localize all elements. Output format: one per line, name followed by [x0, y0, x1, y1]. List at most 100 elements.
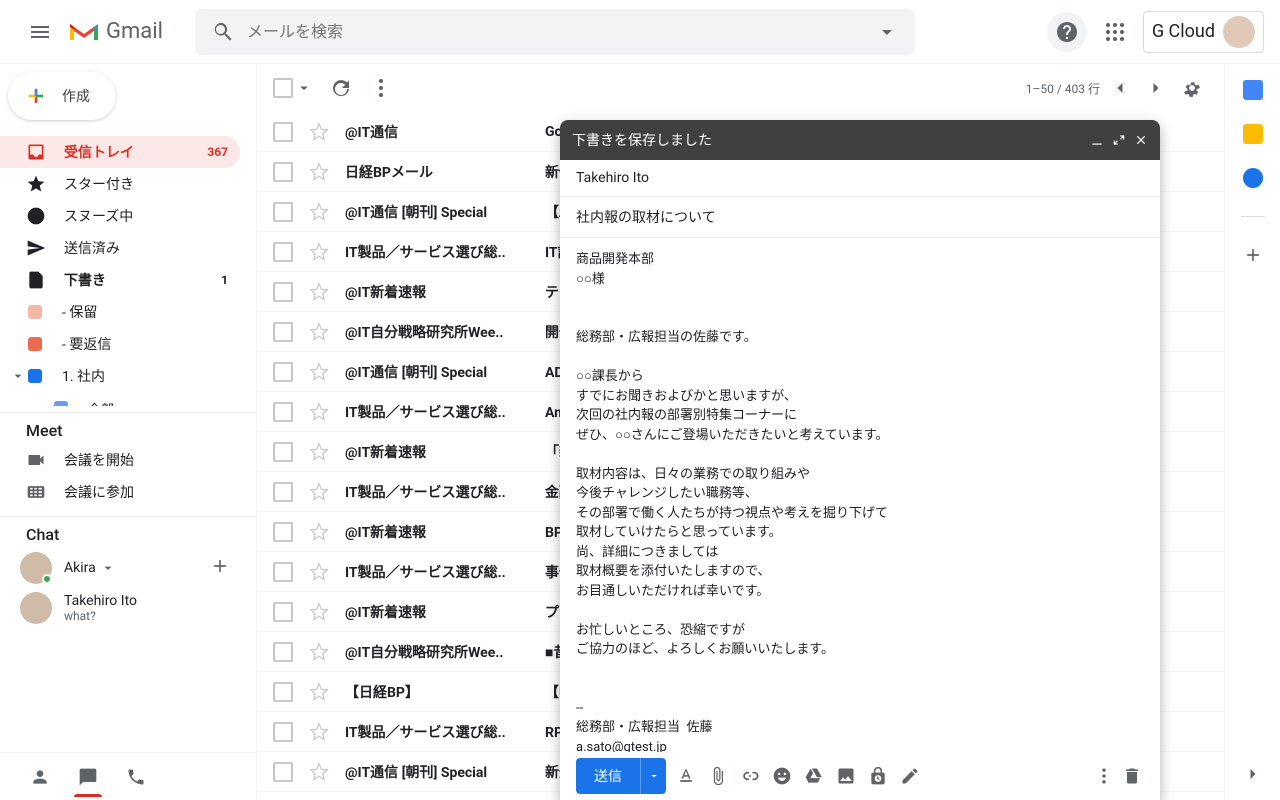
- chat-add-button[interactable]: [210, 556, 230, 580]
- star-icon[interactable]: [309, 562, 329, 582]
- sidebar-item-inbox[interactable]: 受信トレイ 367: [0, 136, 240, 168]
- email-checkbox[interactable]: [273, 762, 293, 782]
- compose-subject-field[interactable]: 社内報の取材について: [560, 197, 1160, 238]
- apps-button[interactable]: [1095, 12, 1135, 52]
- more-options-button[interactable]: [1092, 764, 1116, 788]
- tab-chat[interactable]: [68, 757, 108, 797]
- label-icon: [54, 401, 68, 406]
- email-checkbox[interactable]: [273, 322, 293, 342]
- sidebar-item-starred[interactable]: スター付き: [0, 168, 240, 200]
- drive-button[interactable]: [802, 764, 826, 788]
- email-checkbox[interactable]: [273, 242, 293, 262]
- search-options-icon[interactable]: [875, 20, 899, 44]
- discard-button[interactable]: [1120, 764, 1144, 788]
- sidebar-item-label-reply[interactable]: - 要返信: [0, 328, 240, 360]
- link-button[interactable]: [738, 764, 762, 788]
- star-icon[interactable]: [309, 402, 329, 422]
- email-checkbox[interactable]: [273, 562, 293, 582]
- select-all-checkbox[interactable]: [273, 78, 293, 98]
- email-checkbox[interactable]: [273, 602, 293, 622]
- search-input[interactable]: [247, 22, 875, 41]
- email-checkbox[interactable]: [273, 362, 293, 382]
- settings-button[interactable]: [1176, 72, 1208, 104]
- email-checkbox[interactable]: [273, 722, 293, 742]
- prev-page-button[interactable]: [1104, 72, 1136, 104]
- star-icon[interactable]: [309, 722, 329, 742]
- collapse-panel-button[interactable]: [1243, 764, 1263, 784]
- fullscreen-icon[interactable]: [1112, 133, 1126, 147]
- account-name: G Cloud: [1152, 21, 1215, 42]
- star-icon[interactable]: [309, 162, 329, 182]
- refresh-icon[interactable]: [329, 76, 353, 100]
- compose-header[interactable]: 下書きを保存しました: [560, 120, 1160, 160]
- email-sender: IT製品／サービス選び総..: [345, 722, 525, 742]
- sidebar-item-label-internal[interactable]: 1. 社内: [0, 360, 240, 392]
- signature-button[interactable]: [898, 764, 922, 788]
- chat-contact-akira[interactable]: Akira: [0, 548, 256, 588]
- email-sender: @IT通信: [345, 122, 525, 142]
- email-checkbox[interactable]: [273, 682, 293, 702]
- draft-icon: [26, 270, 46, 290]
- email-checkbox[interactable]: [273, 482, 293, 502]
- email-checkbox[interactable]: [273, 162, 293, 182]
- star-icon[interactable]: [309, 682, 329, 702]
- star-icon[interactable]: [309, 522, 329, 542]
- select-dropdown-icon[interactable]: [295, 79, 313, 97]
- compose-to-field[interactable]: Takehiro Ito: [560, 160, 1160, 197]
- star-icon[interactable]: [309, 122, 329, 142]
- send-options-button[interactable]: [640, 758, 666, 794]
- main-menu-button[interactable]: [16, 8, 64, 56]
- meet-join-button[interactable]: 会議に参加: [0, 476, 256, 508]
- tab-phone[interactable]: [116, 757, 156, 797]
- star-icon[interactable]: [309, 482, 329, 502]
- sidebar-item-label-hold[interactable]: - 保留: [0, 296, 240, 328]
- star-icon[interactable]: [309, 322, 329, 342]
- star-icon[interactable]: [309, 282, 329, 302]
- emoji-button[interactable]: [770, 764, 794, 788]
- chat-contact-takehiro[interactable]: Takehiro Ito what?: [0, 588, 256, 628]
- compose-body[interactable]: 商品開発本部 ○○様 総務部・広報担当の佐藤です。 ○○課長から すでにお聞きお…: [560, 238, 1160, 752]
- meet-start-button[interactable]: 会議を開始: [0, 444, 256, 476]
- email-checkbox[interactable]: [273, 522, 293, 542]
- tab-person[interactable]: [20, 757, 60, 797]
- close-icon[interactable]: [1134, 133, 1148, 147]
- star-icon[interactable]: [309, 362, 329, 382]
- sidebar-item-snoozed[interactable]: スヌーズ中: [0, 200, 240, 232]
- attach-button[interactable]: [706, 764, 730, 788]
- minimize-icon[interactable]: [1090, 133, 1104, 147]
- star-icon[interactable]: [309, 762, 329, 782]
- email-checkbox[interactable]: [273, 202, 293, 222]
- image-button[interactable]: [834, 764, 858, 788]
- email-checkbox[interactable]: [273, 282, 293, 302]
- sidebar-item-sub[interactable]: 全部: [46, 392, 240, 406]
- more-icon[interactable]: [369, 76, 393, 100]
- sidebar-item-sent[interactable]: 送信済み: [0, 232, 240, 264]
- get-addons-button[interactable]: [1243, 245, 1263, 265]
- gmail-logo[interactable]: Gmail: [68, 19, 163, 44]
- star-icon[interactable]: [309, 202, 329, 222]
- help-button[interactable]: [1047, 12, 1087, 52]
- compose-button[interactable]: 作成: [8, 72, 116, 120]
- email-checkbox[interactable]: [273, 642, 293, 662]
- account-chip[interactable]: G Cloud: [1143, 11, 1264, 53]
- format-button[interactable]: [674, 764, 698, 788]
- chat-avatar: [20, 592, 52, 624]
- keep-addon[interactable]: [1243, 124, 1263, 144]
- search-bar[interactable]: [195, 9, 915, 55]
- calendar-addon[interactable]: [1243, 80, 1263, 100]
- nav-label: 送信済み: [64, 238, 120, 258]
- sidebar-item-drafts[interactable]: 下書き 1: [0, 264, 240, 296]
- email-checkbox[interactable]: [273, 402, 293, 422]
- send-button[interactable]: 送信: [576, 758, 640, 794]
- confidential-button[interactable]: [866, 764, 890, 788]
- email-checkbox[interactable]: [273, 442, 293, 462]
- email-sender: @IT通信 [朝刊] Special: [345, 762, 525, 782]
- star-icon[interactable]: [309, 602, 329, 622]
- star-icon[interactable]: [309, 242, 329, 262]
- tasks-addon[interactable]: [1243, 168, 1263, 188]
- next-page-button[interactable]: [1140, 72, 1172, 104]
- email-checkbox[interactable]: [273, 122, 293, 142]
- pen-icon: [900, 766, 920, 786]
- star-icon[interactable]: [309, 642, 329, 662]
- star-icon[interactable]: [309, 442, 329, 462]
